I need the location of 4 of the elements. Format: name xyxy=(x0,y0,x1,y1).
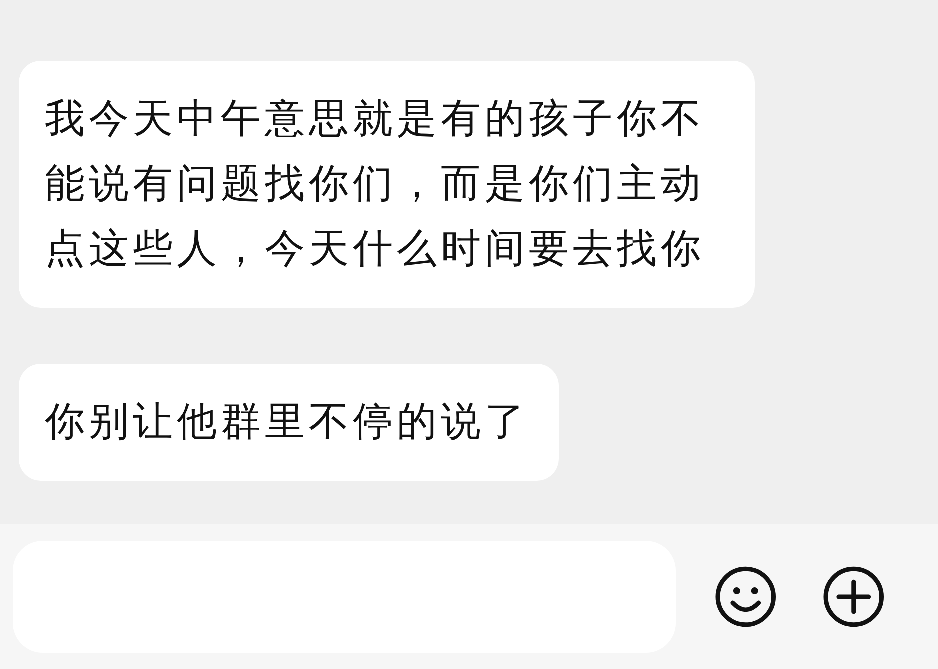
add-icon[interactable] xyxy=(822,564,886,628)
emoji-icon[interactable] xyxy=(714,564,778,628)
message-text: 你别让他群里不停的说了 xyxy=(45,398,529,447)
message-text: 我今天中午意思就是有的孩子你不能说有问题找你们，而是你们主动点这些人，今天什么时间要去找你 xyxy=(45,95,706,274)
